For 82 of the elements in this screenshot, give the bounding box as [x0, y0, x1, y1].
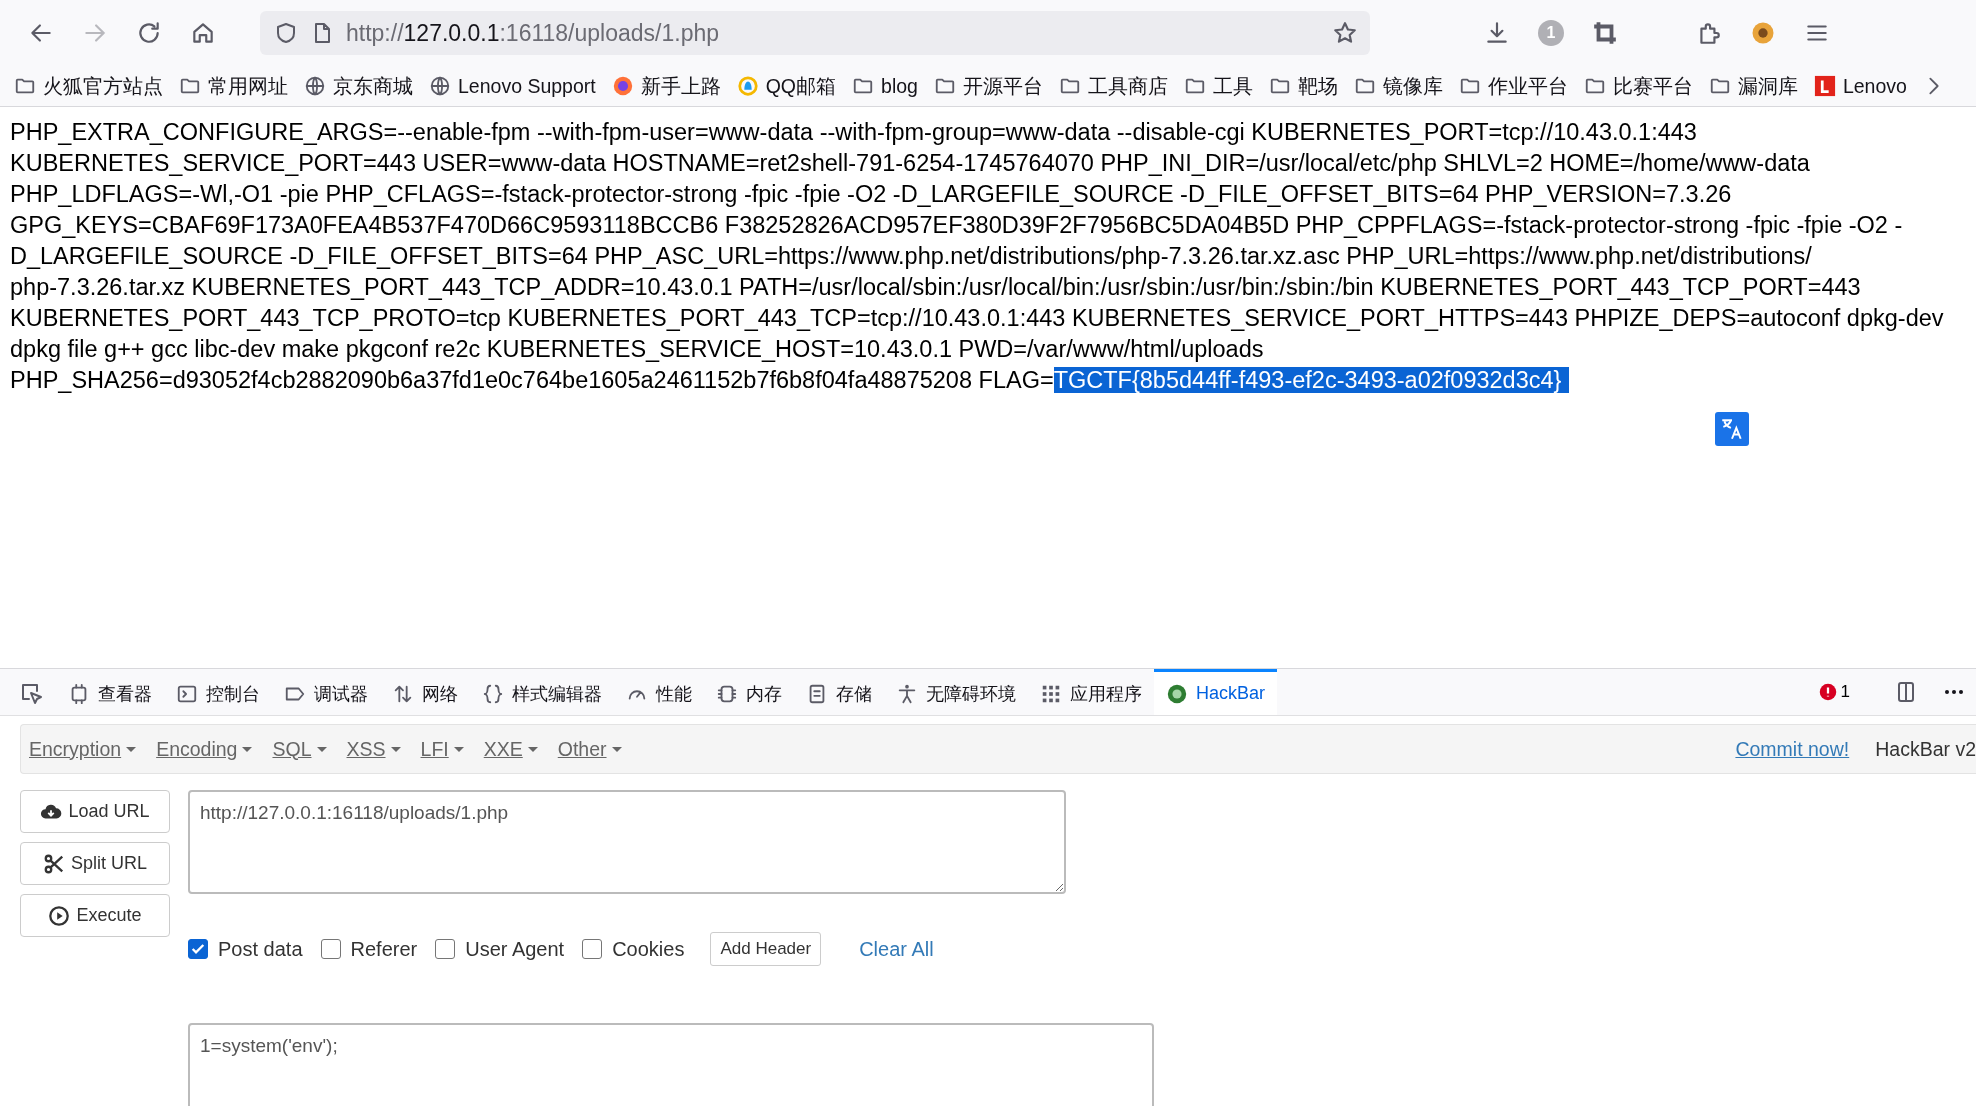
bookmark-link[interactable]: 作业平台 — [1458, 72, 1568, 100]
dropdown-menu[interactable]: Encryption — [29, 737, 137, 761]
translate-button[interactable] — [1715, 412, 1749, 446]
count-badge: 1 — [1538, 20, 1564, 46]
clear-all-link[interactable]: Clear All — [859, 937, 934, 961]
version-label: HackBar v2 — [1875, 737, 1976, 761]
bell-logo-icon — [736, 75, 759, 97]
devtools-tab[interactable]: 调试器 — [272, 669, 380, 715]
globe-icon — [304, 75, 326, 97]
hackbar-button[interactable]: Load URL — [20, 790, 170, 833]
environment-output-text: PHP_EXTRA_CONFIGURE_ARGS=--enable-fpm --with-fpm-user=www-data --with-fpm-group=www-data --disable-cgi KUBERNETES_PORT=tcp://10.43.0.1:443 KUBERNETES_SERVICE_PORT=443 USER=www-data HOSTNAME=ret2shell-791-6254-1745764070 PHP_INI_DIR=/usr/local/etc/php SHLVL=2 HOME=/home/www-data PHP_LDFLAGS=-Wl,-O1 -pie PHP_CFLAGS=-fstack-protector-strong -fpic -fpie -O2 -D_LARGEFILE_SOURCE -D_FILE_OFFSET_BITS=64 PHP_VERSION=7.3.26 GPG_KEYS=CBAF69F173A0FEA4B537F470D66C9593118BCCB6 F38252826ACD957EF380D39F2F7956BC5DA04B5D PHP_CPPFLAGS=-fstack-protector-strong -fpic -fpie -O2 - D_LARGEFILE_SOURCE -D_FILE_OFFSET_BITS=64 PHP_ASC_URL=https://www.php.net/distributions/php-7.3.26.tar.xz.asc PHP_URL=https://www.php.net/distributions/ php-7.3.26.tar.xz KUBERNETES_PORT_443_TCP_ADDR=10.43.0.1 PATH=/usr/local/sbin:/usr/local/bin:/usr/sbin:/usr/bin:/sbin:/bin KUBERNETES_PORT_443_TCP_PORT=443 KUBERNETES_PORT_443_TCP_PROTO=tcp KUBERNETES_PORT_443_TCP=tcp://10.43.0.1:443 KUBERNETES_SERVICE_PORT_HTTPS=443 PHPIZE_DEPS=autoconf dpkg-dev dpkg file g++ gcc libc-dev make pkgconf re2c KUBERNETES_SERVICE_HOST=10.43.0.1 PWD=/var/www/html/uploads PHP_SHA256=d93052f4cb2882090b6a37fd1e0c764be1605a2461152b7f6b8f04fa48875208 FLAG=TGCTF{8b5d44ff-f493-ef2c-3493-a02f0932d3c4} — [10, 118, 1944, 395]
caret-icon — [527, 746, 538, 752]
download-icon — [1484, 20, 1510, 46]
devtools-tab[interactable]: 应用程序 — [1028, 669, 1154, 715]
caret-icon — [611, 746, 622, 752]
crop-icon — [1592, 20, 1618, 46]
scissors-icon — [43, 852, 65, 875]
url-input-field[interactable]: http://127.0.0.1:16118/uploads/1.php — [188, 790, 1066, 894]
checkbox[interactable] — [188, 939, 208, 959]
bookmark-link[interactable]: 开源平台 — [933, 72, 1043, 100]
dropdown-menu[interactable]: LFI — [420, 737, 464, 761]
caret-icon — [242, 746, 253, 752]
bookmark-link[interactable]: 京东商城 — [304, 72, 413, 100]
checkbox[interactable] — [582, 939, 603, 959]
home-icon — [190, 20, 216, 46]
bookmark-link[interactable]: 比赛平台 — [1583, 72, 1693, 100]
option-checkbox[interactable]: Cookies — [582, 937, 685, 961]
play-circle-icon — [48, 904, 71, 927]
reload-icon — [136, 20, 162, 46]
dropdown-menu[interactable]: XXE — [483, 737, 538, 761]
devtools-tab[interactable]: 性能 — [614, 669, 704, 715]
bookmark-link[interactable]: Lenovo Support — [429, 74, 596, 98]
dropdown-menu[interactable]: Other — [557, 737, 622, 761]
star-icon[interactable] — [1332, 20, 1358, 46]
braces-icon — [482, 682, 504, 705]
bookmark-link[interactable]: QQ邮箱 — [736, 72, 837, 100]
url-text: http://127.0.0.1:16118/uploads/1.php — [346, 19, 720, 47]
pointer-icon — [20, 681, 44, 706]
caret-icon — [390, 746, 401, 752]
hackbar-button[interactable]: Split URL — [20, 842, 170, 885]
circle-logo-icon — [1166, 682, 1188, 705]
shield-icon — [274, 21, 298, 45]
bookmark-link[interactable]: 新手上路 — [611, 72, 721, 100]
devtools-tab[interactable]: 控制台 — [164, 669, 272, 715]
error-count[interactable]: 1 — [1818, 682, 1850, 702]
dropdown-menu[interactable]: XSS — [346, 737, 401, 761]
post-data-field[interactable]: 1=system('env'); — [188, 1023, 1154, 1106]
bookmark-link[interactable]: 火狐官方站点 — [14, 72, 163, 100]
checkbox[interactable] — [320, 939, 341, 959]
devtools-tab[interactable]: 查看器 — [56, 669, 164, 715]
bookmark-link[interactable]: 常用网址 — [179, 72, 288, 100]
caret-icon — [316, 746, 327, 752]
error-icon — [1818, 683, 1837, 701]
devtools-tab[interactable]: 无障碍环境 — [884, 669, 1028, 715]
caret-icon — [453, 746, 464, 752]
hackbar-button[interactable]: Execute — [20, 894, 170, 937]
devtools-tab[interactable]: 存储 — [794, 669, 884, 715]
bookmark-link[interactable]: 工具商店 — [1058, 72, 1168, 100]
bookmark-link[interactable]: 镜像库 — [1353, 72, 1443, 100]
address-bar[interactable]: http://127.0.0.1:16118/uploads/1.php — [260, 11, 1370, 55]
globe-icon — [429, 75, 451, 97]
person-icon — [896, 682, 918, 705]
checkbox[interactable] — [435, 939, 456, 959]
devtools-tab[interactable]: 样式编辑器 — [470, 669, 614, 715]
option-checkbox[interactable]: User Agent — [435, 937, 565, 961]
letter-logo-icon — [1813, 75, 1836, 97]
devtools-tab[interactable]: 网络 — [380, 669, 470, 715]
bookmark-link[interactable]: Lenovo — [1813, 74, 1907, 98]
devtools-tab[interactable]: HackBar — [1154, 669, 1278, 715]
bookmark-link[interactable]: 工具 — [1183, 72, 1253, 100]
dropdown-menu[interactable]: SQL — [272, 737, 327, 761]
option-checkbox[interactable]: Referer — [320, 937, 418, 961]
commit-link[interactable]: Commit now! — [1735, 737, 1850, 761]
add-header-button[interactable]: Add Header — [710, 932, 822, 966]
dropdown-menu[interactable]: Encoding — [156, 737, 253, 761]
devtools-tab[interactable]: 内存 — [704, 669, 794, 715]
option-checkbox[interactable]: Post data — [188, 937, 303, 961]
caret-icon — [126, 746, 137, 752]
bookmark-link[interactable]: 漏洞库 — [1708, 72, 1798, 100]
bookmark-link[interactable]: blog — [852, 74, 918, 98]
fox-logo-icon — [611, 75, 634, 97]
bookmark-link[interactable]: 靶场 — [1268, 72, 1338, 100]
